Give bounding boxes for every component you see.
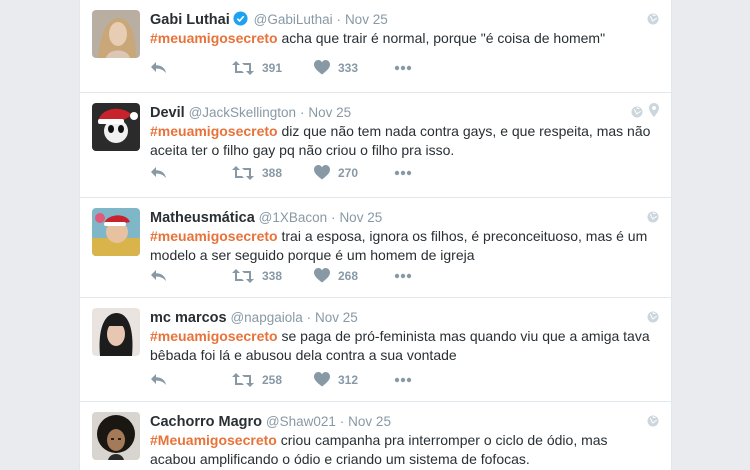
- hashtag-link[interactable]: #Meuamigosecreto: [150, 432, 277, 448]
- username[interactable]: @1XBacon: [259, 210, 328, 225]
- display-name[interactable]: Gabi Luthai: [150, 12, 230, 28]
- like-button[interactable]: 268: [314, 268, 358, 283]
- tweet-text: #meuamigosecreto trai a esposa, ignora o…: [150, 227, 655, 265]
- globe-icon: [647, 12, 659, 30]
- tweet-header: Gabi Luthai @GabiLuthai · Nov 25: [150, 10, 661, 29]
- separator: ·: [306, 310, 312, 325]
- tweet-text: #Meuamigosecreto criou campanha pra inte…: [150, 431, 655, 469]
- tweet-header: Devil @JackSkellington · Nov 25: [150, 103, 661, 122]
- username[interactable]: @napgaiola: [230, 310, 302, 325]
- timestamp[interactable]: Nov 25: [308, 105, 351, 120]
- heart-icon: [314, 268, 330, 283]
- more-options-button[interactable]: [394, 268, 412, 284]
- reply-button[interactable]: [150, 268, 168, 284]
- retweet-icon: [232, 269, 254, 283]
- tweet[interactable]: Cachorro Magro @Shaw021 · Nov 25 #Meuami…: [80, 402, 671, 470]
- heart-icon: [314, 372, 330, 387]
- location-pin-icon[interactable]: [649, 103, 659, 122]
- display-name[interactable]: mc marcos: [150, 310, 227, 326]
- timestamp[interactable]: Nov 25: [348, 414, 391, 429]
- separator: ·: [336, 12, 342, 27]
- separator: ·: [339, 414, 345, 429]
- like-button[interactable]: 270: [314, 165, 358, 180]
- reply-icon: [151, 270, 166, 281]
- like-count: 333: [338, 60, 359, 75]
- retweet-count: 388: [262, 166, 283, 180]
- tweet-header: Matheusmática @1XBacon · Nov 25: [150, 208, 661, 227]
- avatar[interactable]: [92, 412, 140, 460]
- timestamp[interactable]: Nov 25: [345, 12, 388, 27]
- retweet-icon: [232, 166, 254, 180]
- retweet-button[interactable]: 391: [232, 60, 282, 76]
- hashtag-link[interactable]: #meuamigosecreto: [150, 123, 278, 139]
- like-button[interactable]: 333: [314, 60, 358, 75]
- retweet-count: 258: [262, 373, 283, 387]
- like-count: 312: [338, 372, 359, 387]
- timestamp[interactable]: Nov 25: [315, 310, 358, 325]
- globe-icon: [631, 105, 643, 123]
- hashtag-link[interactable]: #meuamigosecreto: [150, 328, 278, 344]
- reply-button[interactable]: [150, 60, 168, 76]
- tweet-text: #meuamigosecreto se paga de pró-feminist…: [150, 327, 655, 365]
- display-name[interactable]: Matheusmática: [150, 210, 255, 226]
- more-icon: [394, 65, 412, 71]
- more-options-button[interactable]: [394, 60, 412, 76]
- retweet-button[interactable]: 388: [232, 165, 282, 181]
- tweet[interactable]: Gabi Luthai @GabiLuthai · Nov 25 #meuami…: [80, 0, 671, 93]
- reply-icon: [151, 62, 166, 73]
- more-icon: [394, 377, 412, 383]
- retweet-count: 338: [262, 269, 283, 283]
- retweet-icon: [232, 61, 254, 75]
- display-name[interactable]: Devil: [150, 105, 185, 121]
- retweet-button[interactable]: 258: [232, 372, 282, 388]
- tweet-body: acha que trair é normal, porque "é coisa…: [277, 30, 606, 46]
- username[interactable]: @JackSkellington: [189, 105, 297, 120]
- like-count: 270: [338, 165, 359, 180]
- reply-icon: [151, 167, 166, 178]
- hashtag-link[interactable]: #meuamigosecreto: [150, 228, 278, 244]
- heart-icon: [314, 165, 330, 180]
- heart-icon: [314, 60, 330, 75]
- tweet[interactable]: Matheusmática @1XBacon · Nov 25 #meuamig…: [80, 198, 671, 298]
- reply-icon: [151, 374, 166, 385]
- separator: ·: [331, 210, 336, 225]
- like-button[interactable]: 312: [314, 372, 358, 387]
- globe-icon: [647, 414, 659, 432]
- globe-icon: [647, 310, 659, 328]
- reply-button[interactable]: [150, 165, 168, 181]
- tweet-text: #meuamigosecreto diz que não tem nada co…: [150, 122, 655, 160]
- more-options-button[interactable]: [394, 165, 412, 181]
- tweet[interactable]: mc marcos @napgaiola · Nov 25 #meuamigos…: [80, 298, 671, 402]
- tweet-header: mc marcos @napgaiola · Nov 25: [150, 308, 661, 327]
- timestamp[interactable]: Nov 25: [339, 210, 382, 225]
- tweet-text: #meuamigosecreto acha que trair é normal…: [150, 29, 655, 48]
- avatar[interactable]: [92, 308, 140, 356]
- username[interactable]: @Shaw021: [266, 414, 336, 429]
- separator: ·: [299, 105, 305, 120]
- more-icon: [394, 170, 412, 176]
- hashtag-link[interactable]: #meuamigosecreto: [150, 30, 278, 46]
- display-name[interactable]: Cachorro Magro: [150, 414, 262, 430]
- globe-icon: [647, 210, 659, 228]
- avatar[interactable]: [92, 10, 140, 58]
- reply-button[interactable]: [150, 372, 168, 388]
- username[interactable]: @GabiLuthai: [254, 12, 333, 27]
- avatar[interactable]: [92, 208, 140, 256]
- retweet-count: 391: [262, 61, 283, 75]
- retweet-button[interactable]: 338: [232, 268, 282, 284]
- more-icon: [394, 273, 412, 279]
- tweet-header: Cachorro Magro @Shaw021 · Nov 25: [150, 412, 661, 431]
- more-options-button[interactable]: [394, 372, 412, 388]
- tweet[interactable]: Devil @JackSkellington · Nov 25 #meuamig…: [80, 93, 671, 198]
- avatar[interactable]: [92, 103, 140, 151]
- retweet-icon: [232, 373, 254, 387]
- verified-badge-icon: [233, 11, 248, 26]
- tweet-timeline: Gabi Luthai @GabiLuthai · Nov 25 #meuami…: [79, 0, 672, 470]
- like-count: 268: [338, 268, 359, 283]
